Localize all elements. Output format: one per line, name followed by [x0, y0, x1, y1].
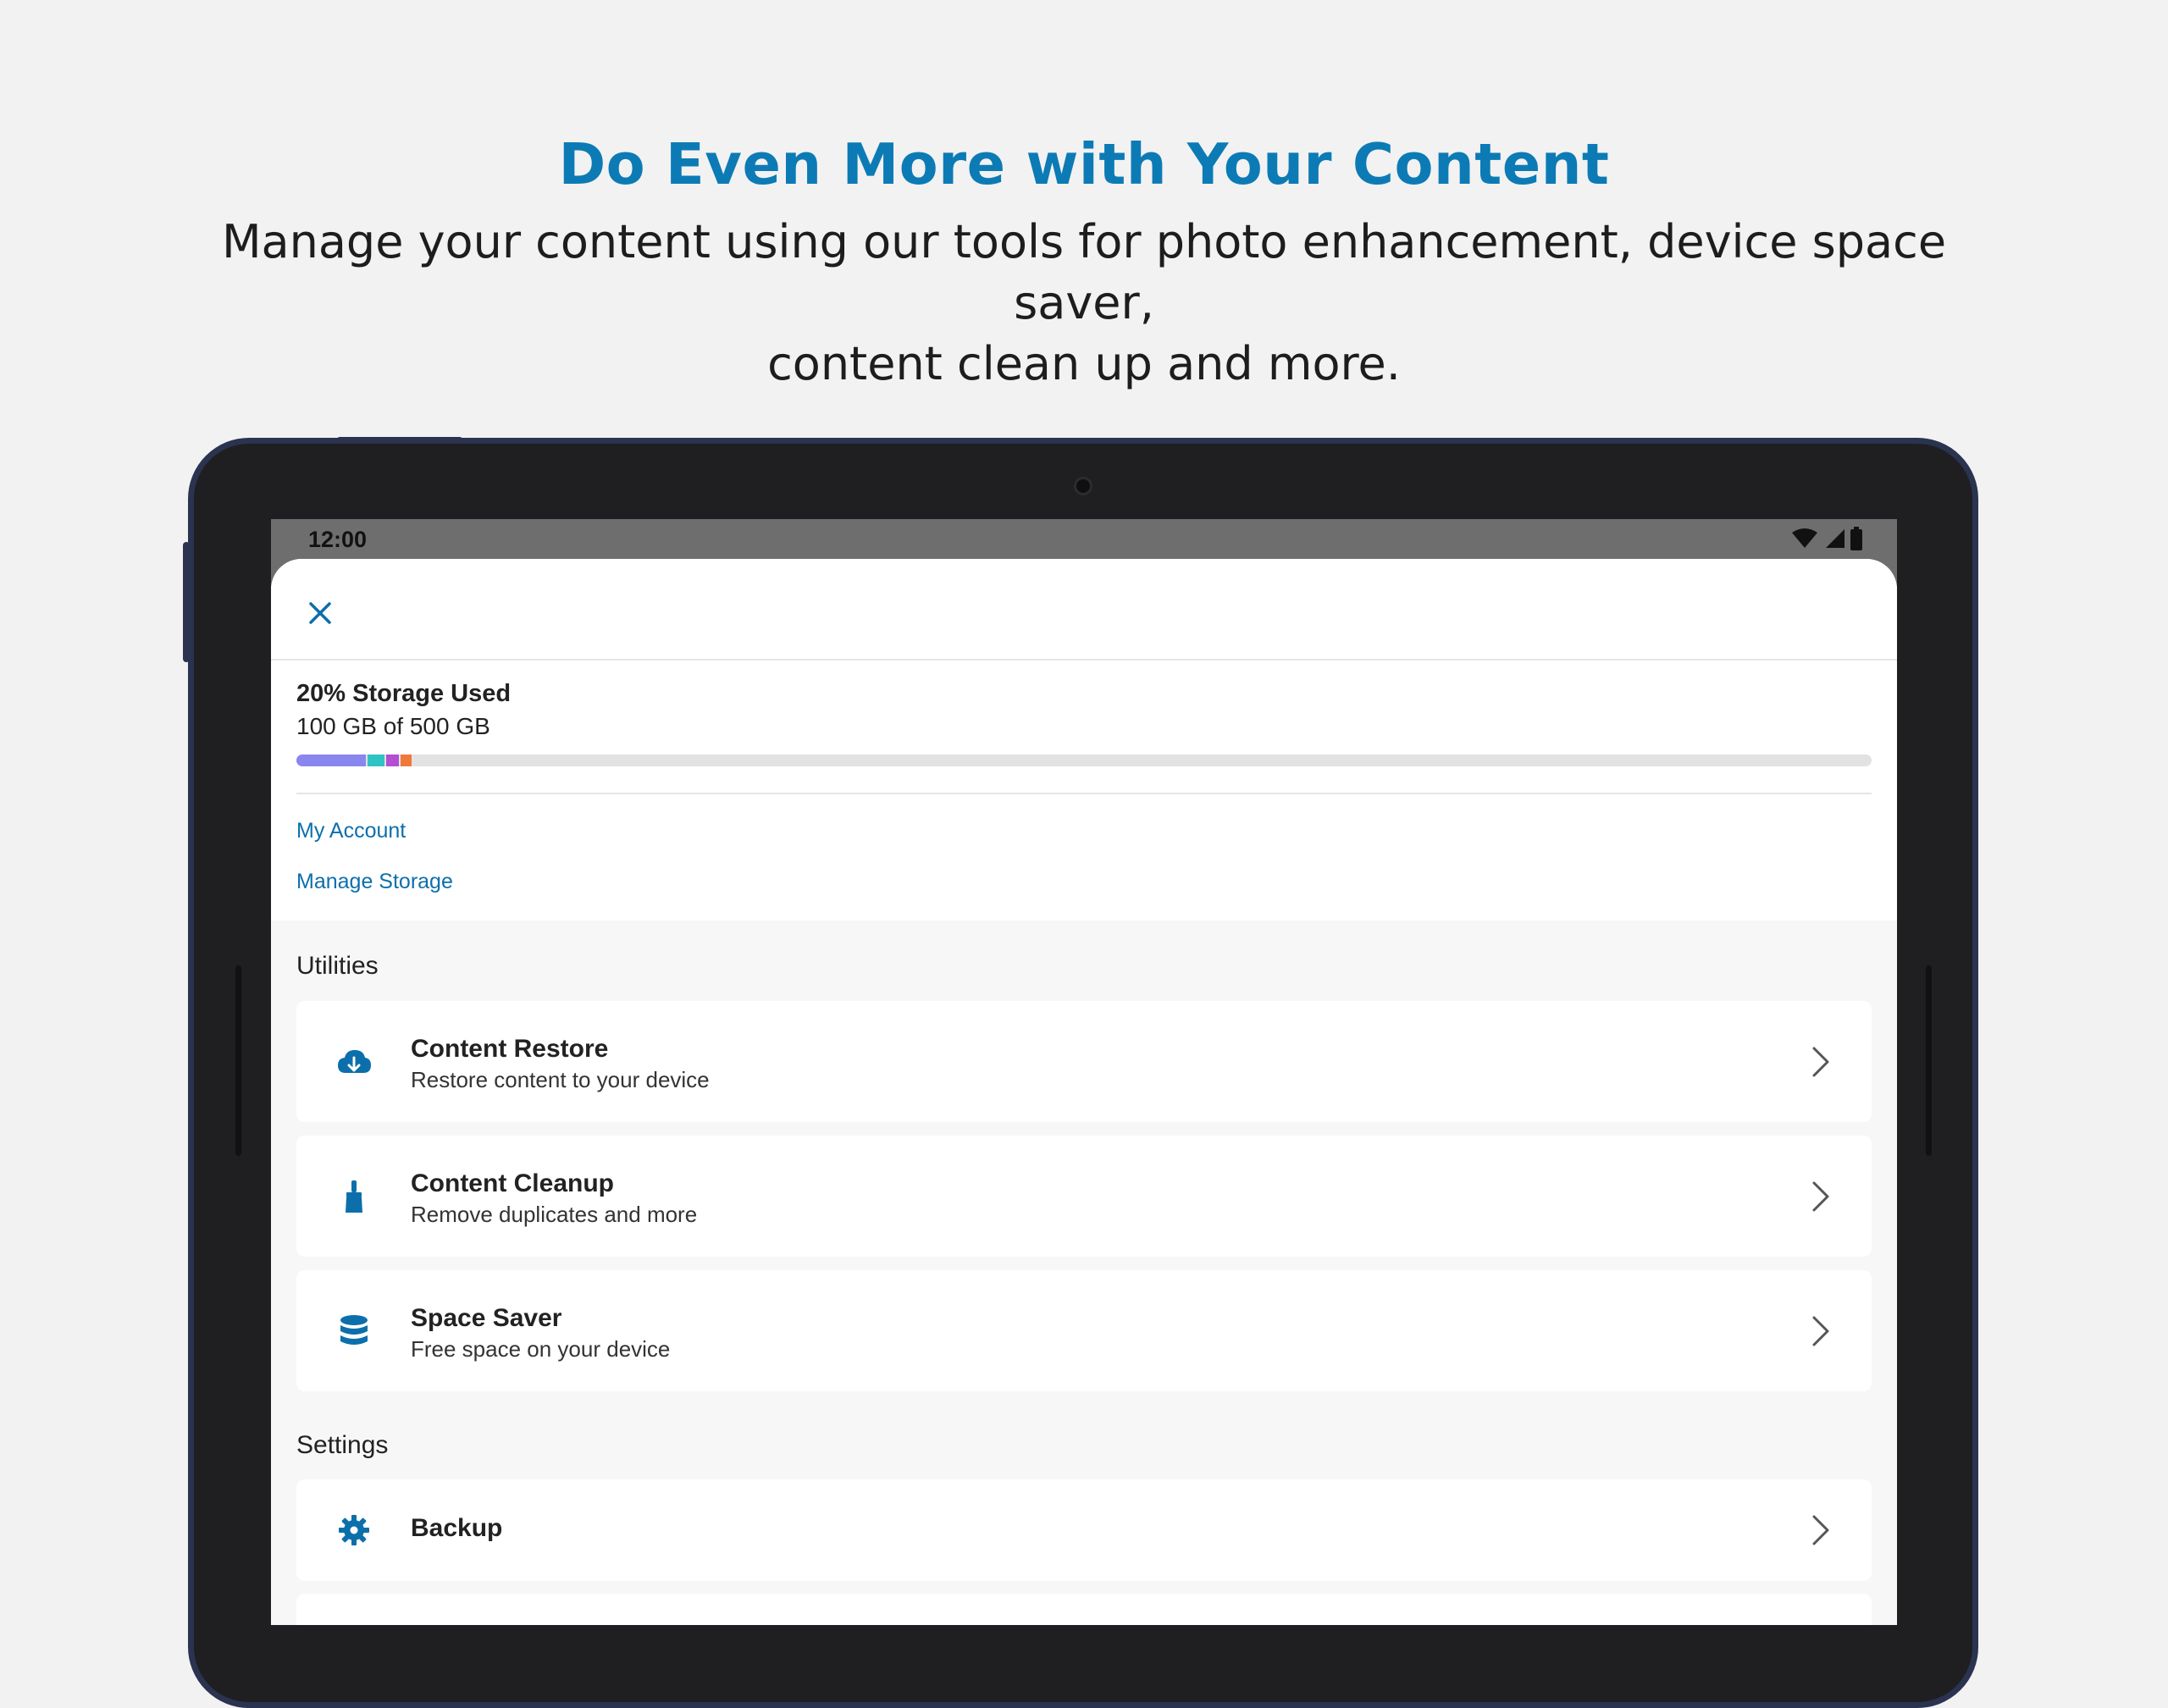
- cell-signal-icon: [1826, 529, 1844, 548]
- utilities-heading: Utilities: [296, 952, 379, 980]
- front-camera: [1074, 477, 1092, 495]
- chevron-right-icon: [1812, 1181, 1829, 1212]
- content-cleanup-desc: Remove duplicates and more: [411, 1202, 698, 1227]
- speaker-left: [235, 965, 241, 1156]
- battery-icon: [1850, 527, 1862, 550]
- storage-used-detail: 100 GB of 500 GB: [296, 713, 490, 739]
- backup-item[interactable]: Backup: [296, 1479, 1872, 1581]
- storage-segment-videos: [368, 755, 384, 766]
- content-restore-title: Content Restore: [411, 1035, 609, 1063]
- storage-segment-documents: [401, 755, 412, 766]
- storage-sheet: 20% Storage Used 100 GB of 500 GB My Acc…: [271, 559, 1897, 1625]
- cloud-download-icon: [334, 1042, 374, 1082]
- tablet-screen: 12:00 20% Storage Used 100 GB of 500 GB …: [271, 519, 1897, 1625]
- speaker-right: [1926, 965, 1932, 1156]
- chevron-right-icon: [1812, 1316, 1829, 1346]
- gear-icon: [334, 1510, 374, 1550]
- content-restore-desc: Restore content to your device: [411, 1067, 710, 1092]
- storage-divider: [296, 793, 1872, 794]
- promo-headline: Do Even More with Your Content: [558, 131, 1610, 197]
- storage-header-panel: [271, 559, 1897, 920]
- settings-heading: Settings: [296, 1431, 389, 1459]
- settings-next-item[interactable]: [296, 1594, 1872, 1625]
- header-divider: [271, 659, 1897, 661]
- my-account-link[interactable]: My Account: [296, 819, 406, 843]
- storage-progress-bar: [296, 755, 1872, 766]
- storage-used-title: 20% Storage Used: [296, 680, 512, 707]
- tablet-top-button: [337, 437, 462, 442]
- database-icon: [334, 1311, 374, 1351]
- close-icon: [309, 602, 331, 624]
- promo-subhead: Manage your content using our tools for …: [169, 212, 1999, 395]
- chevron-right-icon: [1812, 1515, 1829, 1545]
- space-saver-title: Space Saver: [411, 1304, 562, 1332]
- status-time: 12:00: [308, 527, 368, 552]
- status-icons: [1792, 527, 1863, 550]
- storage-segment-music: [385, 755, 400, 766]
- brush-icon: [334, 1176, 374, 1217]
- status-bar: 12:00: [271, 519, 1897, 558]
- promo-subhead-line-2: content clean up and more.: [767, 337, 1401, 390]
- storage-segment-photos: [296, 755, 367, 766]
- space-saver-item[interactable]: Space Saver Free space on your device: [296, 1270, 1872, 1391]
- content-restore-item[interactable]: Content Restore Restore content to your …: [296, 1001, 1872, 1122]
- close-button[interactable]: [300, 593, 340, 633]
- wifi-icon: [1792, 528, 1817, 548]
- chevron-right-icon: [1812, 1047, 1829, 1077]
- content-cleanup-item[interactable]: Content Cleanup Remove duplicates and mo…: [296, 1136, 1872, 1257]
- backup-title: Backup: [411, 1514, 503, 1542]
- tablet-power-button: [183, 542, 190, 662]
- space-saver-desc: Free space on your device: [411, 1336, 671, 1362]
- promo-subhead-line-1: Manage your content using our tools for …: [221, 215, 1947, 329]
- manage-storage-link[interactable]: Manage Storage: [296, 870, 453, 894]
- content-cleanup-title: Content Cleanup: [411, 1169, 614, 1197]
